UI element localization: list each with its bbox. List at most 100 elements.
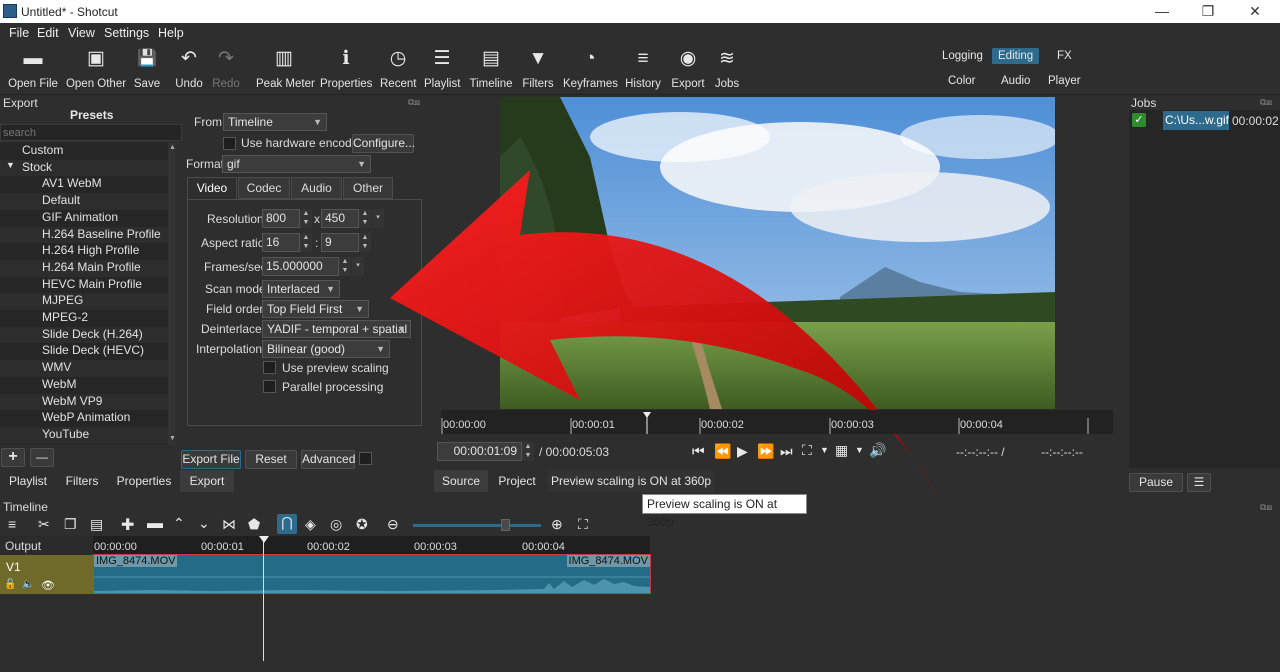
list-item[interactable]: Custom [0, 143, 168, 160]
spin-arrows-icon[interactable]: ▲ ▼ [300, 209, 312, 228]
advanced-button[interactable]: Advanced [301, 450, 355, 469]
maximize-button[interactable]: ❐ [1193, 2, 1223, 21]
layout-fx[interactable]: FX [1057, 50, 1072, 62]
aspect-width-spinbox[interactable]: 16 [262, 233, 300, 252]
field-order-combo[interactable]: Top Field First ▼ [262, 300, 369, 318]
zoom-slider[interactable] [413, 524, 541, 527]
peak-meter-button[interactable]: ▥ Peak Meter [256, 47, 315, 93]
reset-button[interactable]: Reset [245, 450, 297, 469]
history-button[interactable]: ≡ History [624, 47, 662, 93]
tab-export[interactable]: Export [180, 470, 234, 492]
tab-project[interactable]: Project [490, 470, 544, 492]
spin-arrows-icon[interactable]: ▲ ▼ [522, 442, 534, 461]
properties-button[interactable]: ℹ Properties [320, 47, 372, 93]
list-item[interactable]: AV1 WebM [0, 176, 168, 193]
scroll-down-icon[interactable]: ▼ [169, 435, 176, 442]
chevron-down-icon[interactable]: ▼ [855, 445, 864, 455]
position-timecode[interactable]: 00:00:01:09 [437, 442, 522, 461]
list-item[interactable]: ▼ Stock [0, 159, 168, 177]
scan-mode-combo[interactable]: Interlaced ▼ [262, 280, 340, 298]
preset-scrollbar[interactable] [168, 143, 175, 445]
aspect-height-spinbox[interactable]: 9 [321, 233, 359, 252]
keyframes-button[interactable]: ◔ Keyframes [563, 47, 618, 93]
tab-video[interactable]: Video [187, 177, 237, 199]
grid-icon[interactable]: ▦ [835, 442, 848, 459]
jobs-menu-button[interactable]: ☰ [1187, 473, 1211, 492]
paste-icon[interactable]: ▤ [90, 516, 103, 533]
split-icon[interactable]: ⋈ [222, 516, 236, 533]
timeline-button[interactable]: ▤ Timeline [469, 47, 513, 93]
save-button[interactable]: 💾 Save [133, 47, 161, 93]
layout-audio[interactable]: Audio [1001, 75, 1030, 87]
interpolation-combo[interactable]: Bilinear (good) ▼ [262, 340, 390, 358]
list-item[interactable]: Slide Deck (HEVC) [0, 343, 168, 360]
zoom-fit-icon[interactable]: ⛶ [578, 516, 588, 533]
from-combo[interactable]: Timeline ▼ [223, 113, 327, 131]
menu-settings[interactable]: Settings [104, 26, 149, 40]
list-item[interactable]: WMV [0, 360, 168, 377]
filters-button[interactable]: ▼ Filters [522, 47, 554, 93]
ripple-all-icon[interactable]: ✪ [356, 516, 368, 533]
tab-playlist[interactable]: Playlist [0, 470, 56, 492]
playlist-button[interactable]: ☰ Playlist [424, 47, 460, 93]
list-item[interactable]: WebM [0, 377, 168, 394]
close-button[interactable]: ✕ [1240, 2, 1270, 21]
menu-view[interactable]: View [68, 26, 95, 40]
list-item[interactable]: H.264 High Profile [0, 243, 168, 260]
spin-arrows-icon[interactable]: ▲ ▼ [300, 233, 312, 252]
list-item[interactable]: YouTube [0, 426, 168, 444]
tab-source[interactable]: Source [434, 470, 488, 492]
player-ruler[interactable] [441, 410, 1113, 434]
recent-button[interactable]: ◷ Recent [380, 47, 416, 93]
skip-previous-icon[interactable]: ⏮ [692, 443, 705, 460]
list-item[interactable]: MPEG-2 [0, 310, 168, 327]
mute-icon[interactable]: 🔈 [22, 579, 34, 590]
playhead-handle-icon[interactable] [259, 536, 269, 543]
list-item[interactable]: GIF Animation [0, 210, 168, 227]
job-item[interactable]: C:\Us...w.gif [1163, 111, 1229, 130]
snap-icon[interactable]: ⋂ [277, 514, 297, 534]
list-item[interactable]: HEVC Main Profile [0, 277, 168, 294]
list-item[interactable]: MJPEG [0, 293, 168, 310]
list-item[interactable]: H.264 Baseline Profile [0, 226, 168, 244]
export-button[interactable]: ◉ Export [670, 47, 706, 93]
export-file-button[interactable]: Export File [181, 450, 241, 469]
jobs-button[interactable]: ≋ Jobs [713, 47, 741, 93]
menu-icon[interactable]: ≡ [8, 516, 16, 532]
layout-color[interactable]: Color [948, 75, 975, 87]
menu-file[interactable]: File [9, 26, 29, 40]
layout-editing[interactable]: Editing [992, 48, 1040, 64]
append-icon[interactable]: ✚ [121, 515, 134, 535]
zoom-slider-handle[interactable] [501, 519, 510, 531]
width-spinbox[interactable]: 800 [262, 209, 300, 228]
fps-spinbox[interactable]: 15.000000 [262, 257, 339, 276]
fast-forward-icon[interactable]: ⏩ [757, 443, 774, 460]
tab-properties[interactable]: Properties [108, 470, 180, 492]
hardware-encoder-checkbox[interactable] [223, 137, 236, 150]
redo-button[interactable]: ↷ Redo [212, 47, 240, 93]
tab-audio[interactable]: Audio [291, 177, 342, 199]
panel-float-icon[interactable]: ⧉⊠ [1260, 97, 1272, 108]
undo-button[interactable]: ↶ Undo [174, 47, 204, 93]
format-combo[interactable]: gif ▼ [222, 155, 371, 173]
panel-float-icon[interactable]: ⧉⊠ [1260, 502, 1272, 513]
list-item[interactable]: Slide Deck (H.264) [0, 326, 168, 344]
tab-codec[interactable]: Codec [238, 177, 290, 199]
volume-icon[interactable]: 🔊 [869, 442, 886, 459]
spin-arrows-icon[interactable]: ▲ ▼ [359, 209, 371, 228]
cut-icon[interactable]: ✂ [38, 516, 50, 533]
timeline-clip[interactable]: IMG_8474.MOV IMG_8474.MOV [93, 554, 651, 594]
overwrite-icon[interactable]: ⌄ [198, 515, 210, 532]
ripple-delete-icon[interactable]: ▬ [147, 515, 163, 533]
layout-player[interactable]: Player [1048, 75, 1081, 87]
scrub-icon[interactable]: ◈ [305, 516, 316, 533]
pause-jobs-button[interactable]: Pause [1129, 473, 1183, 492]
zoom-out-icon[interactable]: ⊖ [387, 516, 399, 533]
remove-preset-button[interactable]: — [30, 448, 54, 467]
chevron-down-icon[interactable]: ▼ [820, 445, 829, 455]
minimize-button[interactable]: — [1147, 2, 1177, 21]
height-spinbox[interactable]: 450 [321, 209, 359, 228]
fps-menu-icon[interactable]: ▾ [352, 257, 364, 276]
play-icon[interactable]: ▶ [737, 443, 748, 460]
copy-icon[interactable]: ❐ [64, 516, 77, 533]
